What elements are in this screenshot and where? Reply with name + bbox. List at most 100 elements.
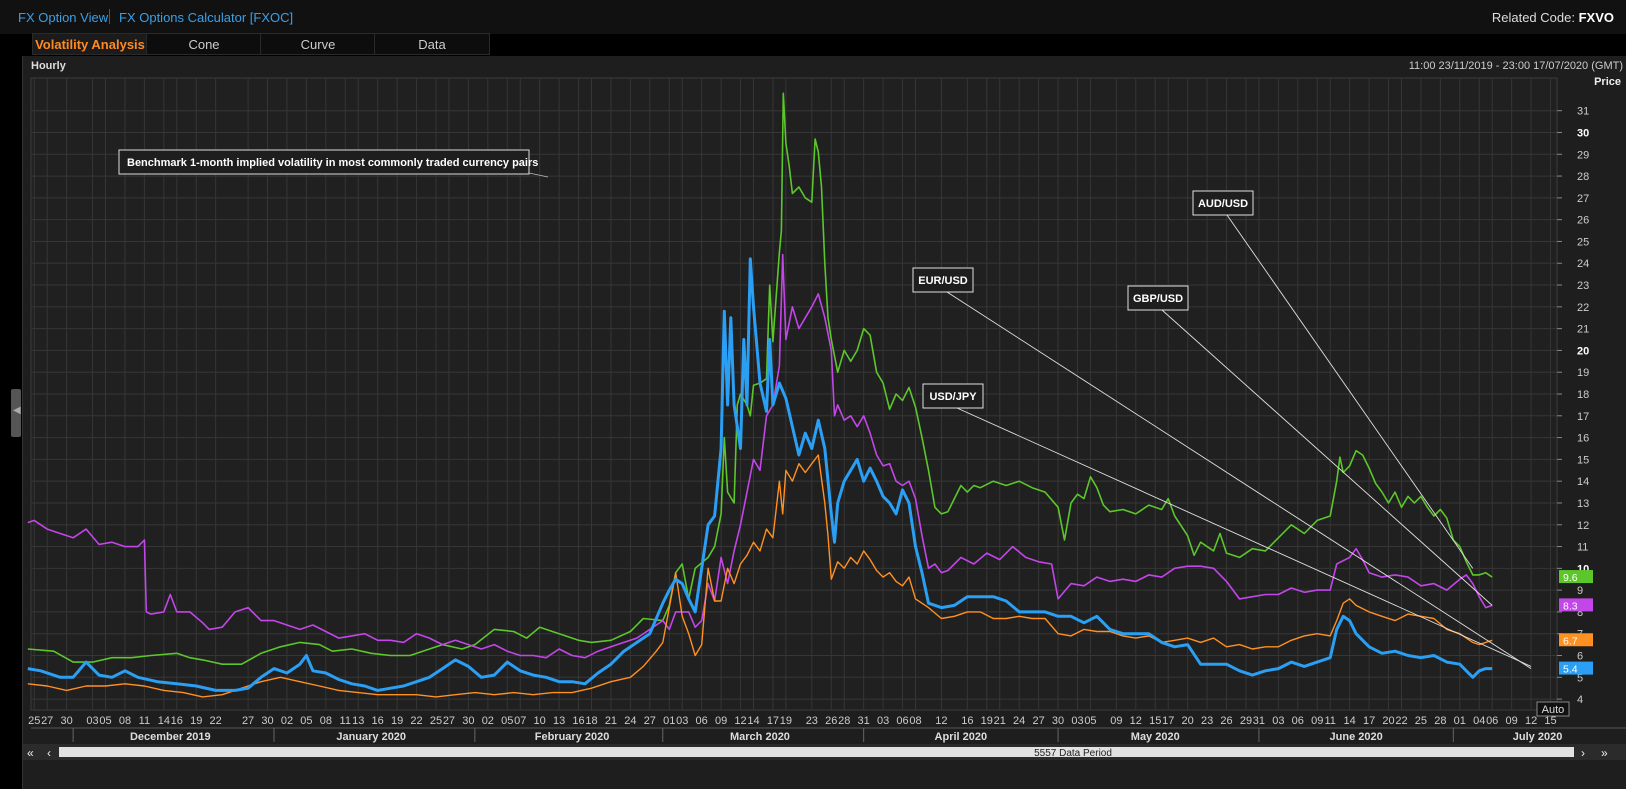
- x-tick-label: 05: [501, 715, 513, 727]
- scroll-bar[interactable]: 5557 Data Period « ‹ › »: [23, 744, 1626, 760]
- top-bar: FX Option View FX Options Calculator [FX…: [0, 0, 1626, 34]
- x-tick-label: 30: [462, 715, 474, 727]
- fx-options-calculator-link[interactable]: FX Options Calculator [FXOC]: [119, 10, 293, 25]
- x-tick-label: 13: [352, 715, 364, 727]
- month-label: January 2020: [336, 731, 406, 743]
- related-code-label: Related Code:: [1491, 10, 1575, 25]
- month-label: December 2019: [130, 731, 211, 743]
- x-tick-label: 03: [1272, 715, 1284, 727]
- x-tick-label: 29: [1240, 715, 1252, 727]
- y-tick-label: 19: [1577, 367, 1589, 379]
- x-tick-label: 23: [806, 715, 818, 727]
- y-tick-label: 21: [1577, 324, 1589, 336]
- x-tick-label: 05: [300, 715, 312, 727]
- x-tick-label: 19: [190, 715, 202, 727]
- x-tick-label: 06: [1486, 715, 1498, 727]
- x-tick-label: 28: [838, 715, 850, 727]
- x-tick-label: 07: [514, 715, 526, 727]
- x-tick-label: 12: [1525, 715, 1537, 727]
- y-tick-label: 25: [1577, 236, 1589, 248]
- x-tick-label: 30: [1052, 715, 1064, 727]
- x-tick-label: 26: [1220, 715, 1232, 727]
- x-tick-label: 10: [534, 715, 546, 727]
- price-axis-title: Price: [1594, 76, 1621, 88]
- y-tick-label: 14: [1577, 476, 1589, 488]
- chevron-left-icon: ◀: [13, 405, 21, 416]
- tab-curve[interactable]: Curve: [260, 33, 376, 55]
- x-tick-label: 14: [158, 715, 170, 727]
- x-tick-label: 25: [28, 715, 40, 727]
- x-tick-label: 22: [210, 715, 222, 727]
- x-tick-label: 09: [1311, 715, 1323, 727]
- x-tick-label: 22: [410, 715, 422, 727]
- callout-label: USD/JPY: [929, 391, 977, 403]
- month-label: April 2020: [935, 731, 988, 743]
- y-tick-label: 4: [1577, 694, 1583, 706]
- x-tick-label: 27: [41, 715, 53, 727]
- x-tick-label: 08: [909, 715, 921, 727]
- related-code: Related Code: FXVO: [1492, 10, 1614, 25]
- scroll-left-icon[interactable]: ‹: [47, 746, 51, 760]
- x-tick-label: 16: [572, 715, 584, 727]
- y-tick-label: 12: [1577, 520, 1589, 532]
- x-tick-label: 05: [99, 715, 111, 727]
- x-tick-label: 08: [320, 715, 332, 727]
- x-tick-label: 16: [171, 715, 183, 727]
- top-separator: [109, 9, 110, 24]
- x-tick-label: 28: [1434, 715, 1446, 727]
- annotation-text: Benchmark 1-month implied volatility in …: [127, 157, 538, 169]
- x-tick-label: 03: [86, 715, 98, 727]
- y-tick-label: 11: [1577, 542, 1588, 554]
- x-tick-label: 06: [896, 715, 908, 727]
- last-value-label: 8.3: [1563, 600, 1578, 612]
- x-tick-label: 27: [644, 715, 656, 727]
- x-tick-label: 01: [1454, 715, 1466, 727]
- x-tick-label: 03: [877, 715, 889, 727]
- x-tick-label: 06: [696, 715, 708, 727]
- x-tick-label: 11: [1324, 715, 1335, 727]
- auto-scale-label: Auto: [1542, 704, 1565, 716]
- x-tick-label: 04: [1473, 715, 1485, 727]
- x-tick-label: 23: [1201, 715, 1213, 727]
- y-tick-label: 24: [1577, 258, 1589, 270]
- callout-label: EUR/USD: [918, 275, 968, 287]
- x-tick-label: 20: [1382, 715, 1394, 727]
- y-tick-label: 13: [1577, 498, 1589, 510]
- tab-volatility-analysis[interactable]: Volatility Analysis: [32, 33, 148, 55]
- tab-data[interactable]: Data: [374, 33, 490, 55]
- month-label: March 2020: [730, 731, 790, 743]
- collapse-panel-handle[interactable]: ◀: [11, 389, 21, 437]
- x-axis: 25 27 30 03 05 08 11 14 16 19 22 27 30 02 05 08 11 13 16 19…: [28, 715, 1626, 743]
- x-tick-label: 16: [372, 715, 384, 727]
- x-tick-label: 06: [1292, 715, 1304, 727]
- x-tick-label: 30: [261, 715, 273, 727]
- fx-option-view-link[interactable]: FX Option View: [18, 10, 108, 25]
- scroll-right-icon[interactable]: ›: [1581, 746, 1585, 760]
- scroll-first-icon[interactable]: «: [27, 746, 34, 760]
- scroll-last-icon[interactable]: »: [1601, 746, 1608, 760]
- x-tick-label: 14: [747, 715, 759, 727]
- x-tick-label: 08: [119, 715, 131, 727]
- y-tick-label: 27: [1577, 193, 1589, 205]
- x-tick-label: 18: [585, 715, 597, 727]
- callout-label: GBP/USD: [1133, 293, 1183, 305]
- y-tick-label: 23: [1577, 280, 1589, 292]
- tab-cone[interactable]: Cone: [146, 33, 262, 55]
- x-tick-label: 12: [1130, 715, 1142, 727]
- related-code-value[interactable]: FXVO: [1579, 10, 1614, 25]
- x-tick-label: 15: [1544, 715, 1556, 727]
- x-tick-label: 11: [340, 715, 351, 727]
- scroll-thumb[interactable]: [59, 747, 1574, 757]
- month-label: February 2020: [535, 731, 610, 743]
- x-tick-label: 22: [1395, 715, 1407, 727]
- y-tick-label: 31: [1577, 106, 1589, 118]
- x-tick-label: 16: [961, 715, 973, 727]
- x-tick-label: 02: [482, 715, 494, 727]
- x-tick-label: 12: [935, 715, 947, 727]
- y-tick-label: 6: [1577, 651, 1583, 663]
- volatility-chart[interactable]: AUD/USDEUR/USDGBP/USDUSD/JPY 45678910111…: [23, 56, 1626, 789]
- x-tick-label: 25: [430, 715, 442, 727]
- x-tick-label: 09: [1506, 715, 1518, 727]
- x-tick-label: 19: [391, 715, 403, 727]
- date-range-label: 11:00 23/11/2019 - 23:00 17/07/2020 (GMT…: [1409, 60, 1623, 72]
